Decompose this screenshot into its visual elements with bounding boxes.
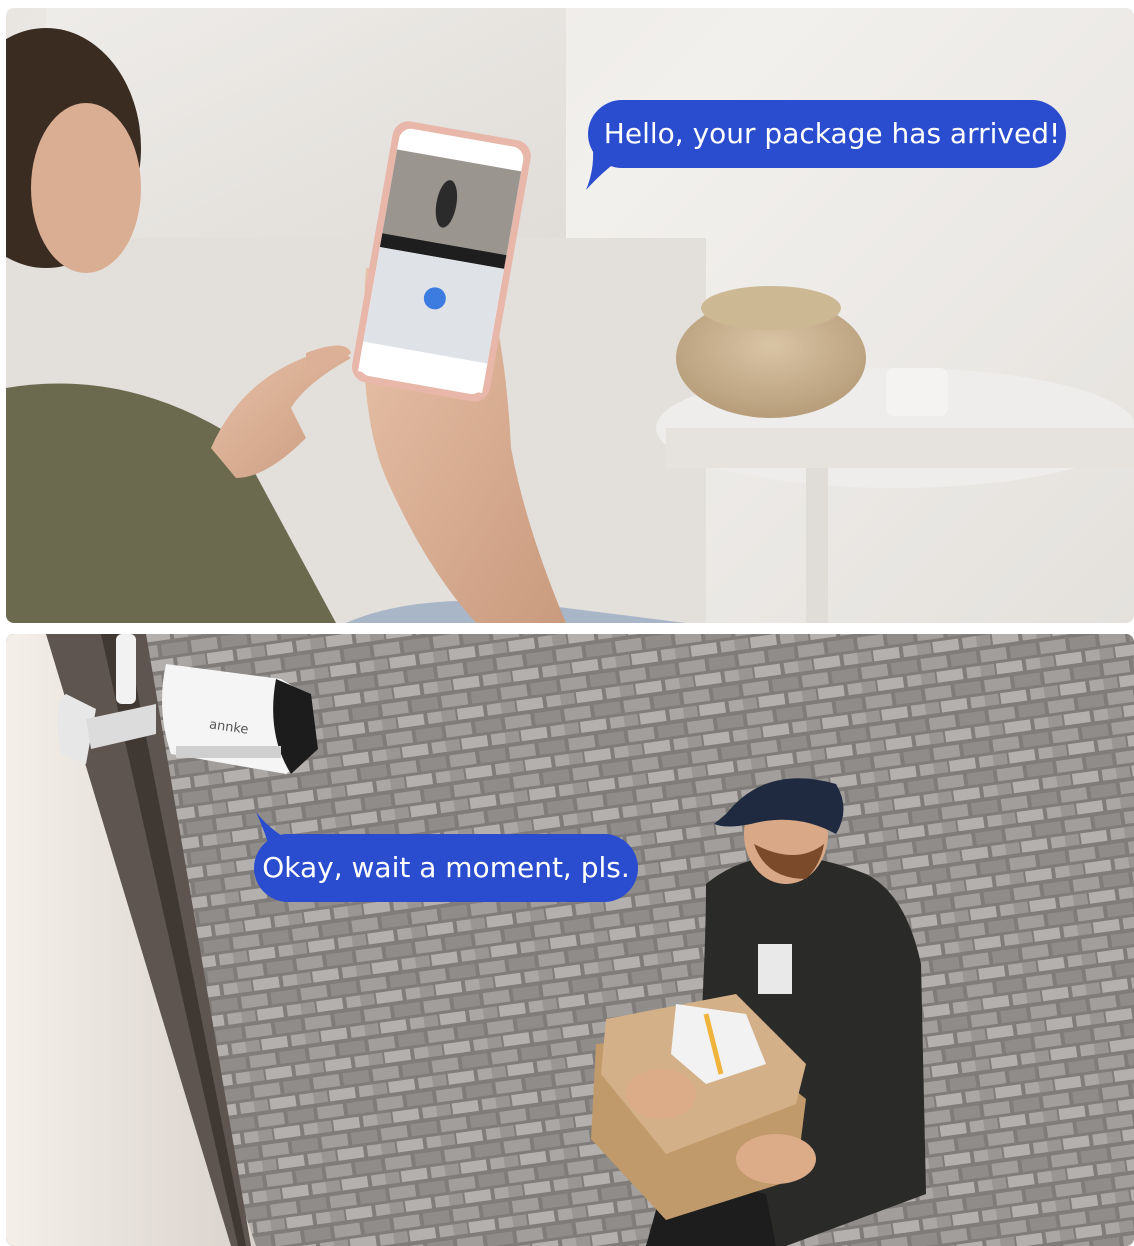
speech-bubble-top: Hello, your package has arrived! bbox=[588, 100, 1066, 168]
bottom-photo-panel: annke bbox=[6, 634, 1134, 1246]
speech-bubble-bottom: Okay, wait a moment, pls. bbox=[254, 834, 638, 902]
doorstep-scene bbox=[6, 634, 1134, 1246]
